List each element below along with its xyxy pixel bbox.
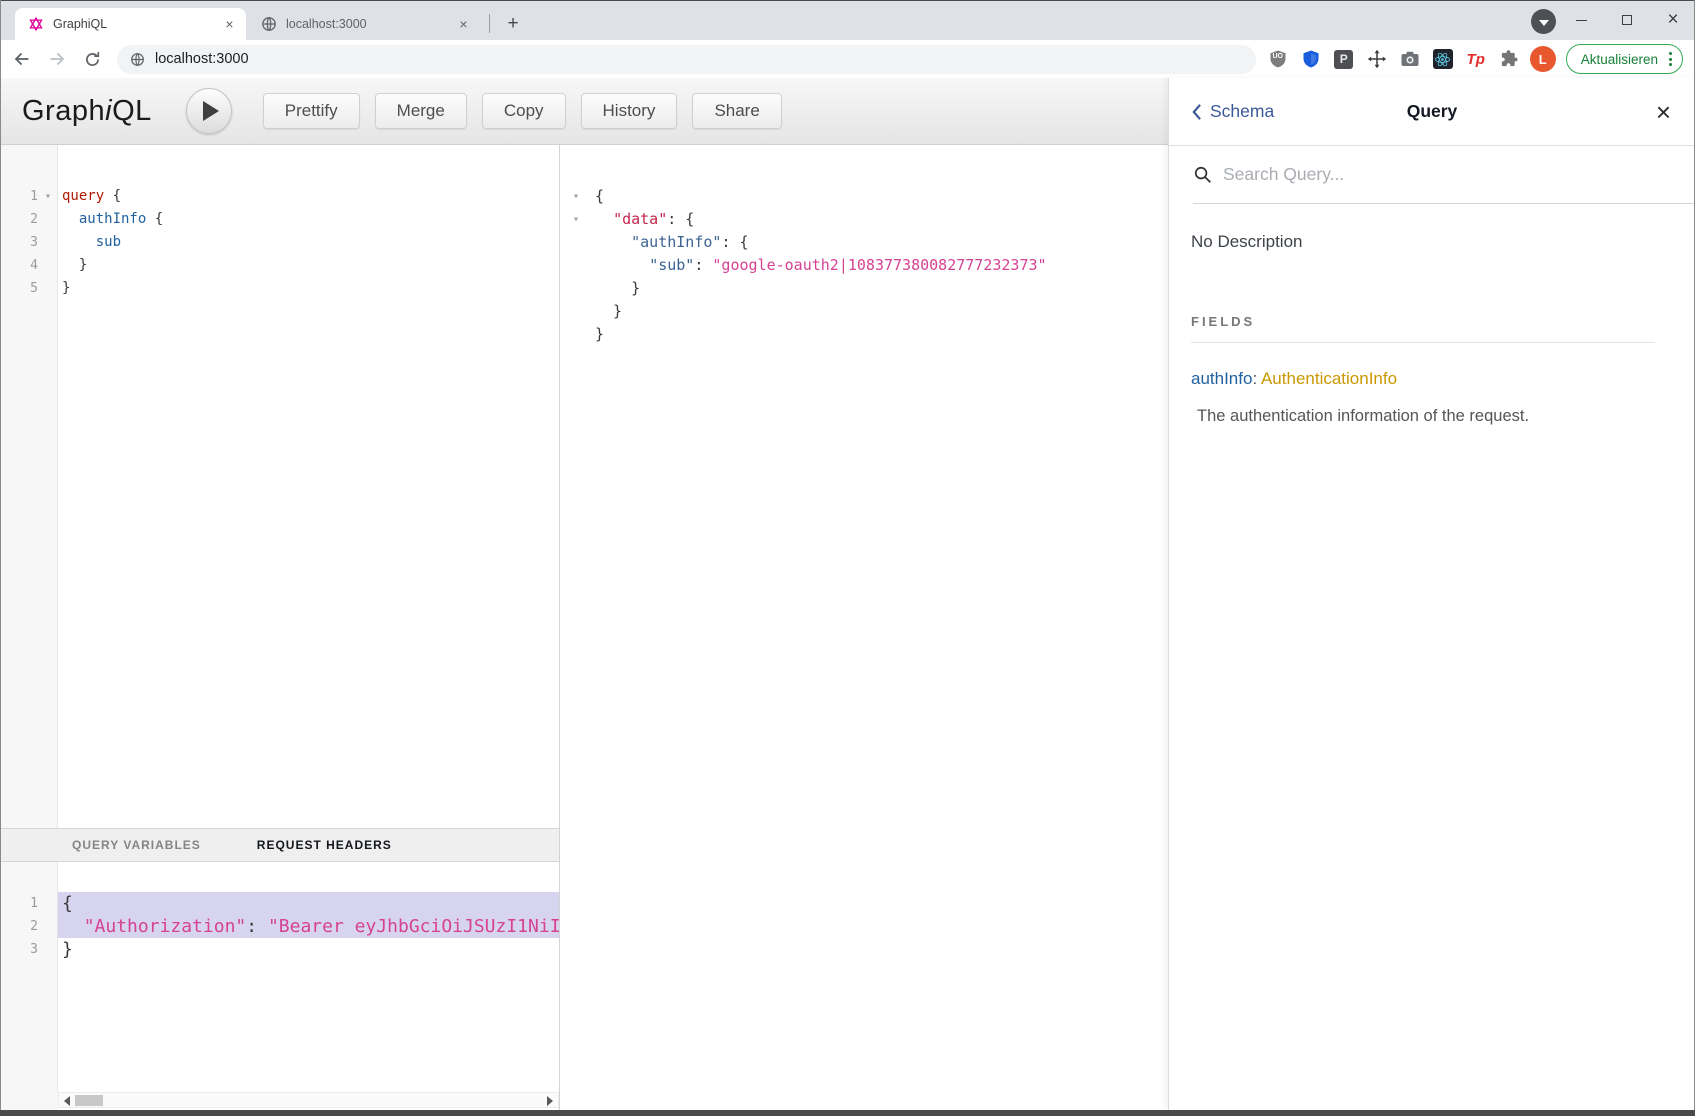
code-line[interactable]: 3} [0,938,559,961]
scroll-right-arrow-icon[interactable] [547,1096,553,1106]
code-line[interactable]: 1{ [0,892,559,915]
field-description: The authentication information of the re… [1197,407,1673,426]
p-letter: P [1334,50,1353,69]
forward-button[interactable] [44,46,70,72]
query-editor-pane: 1▾query {2 authInfo {3 sub4 }5} QUERY VA… [0,145,560,1110]
field-name-link[interactable]: authInfo [1191,369,1252,388]
ublock-letters: UO [1272,53,1283,60]
url-text: localhost:3000 [155,51,249,67]
window-frame-top [0,0,1695,1]
response-viewer: ▾{▾ "data": { "authInfo": { "sub": "goog… [561,145,1168,1110]
tp-letters: Tp [1467,51,1485,68]
scroll-left-arrow-icon[interactable] [64,1096,70,1106]
execute-query-button[interactable] [186,88,232,134]
type-description: No Description [1191,232,1673,252]
graphql-favicon-icon [28,16,44,32]
camera-extension-icon[interactable] [1398,47,1422,71]
merge-button[interactable]: Merge [375,93,467,129]
copy-button[interactable]: Copy [482,93,566,129]
code-line: "authInfo": { [561,231,1168,254]
code-line[interactable]: 5} [0,277,559,300]
move-crosshair-extension-icon[interactable] [1365,47,1389,71]
doc-back-link[interactable]: Schema [1191,101,1274,122]
url-bar[interactable]: localhost:3000 [117,45,1256,74]
history-button[interactable]: History [581,93,678,129]
scrollbar-thumb[interactable] [75,1095,103,1106]
doc-explorer-header: Schema Query × [1169,78,1695,146]
doc-close-button[interactable]: × [1656,99,1671,125]
profile-avatar[interactable]: L [1530,46,1556,72]
p-extension-icon[interactable]: P [1332,47,1356,71]
globe-icon [130,52,145,67]
window-maximize-button[interactable] [1604,1,1650,39]
bitwarden-extension-icon[interactable] [1299,47,1323,71]
code-line: ▾ "data": { [561,208,1168,231]
doc-search-input[interactable] [1223,164,1643,185]
kebab-menu-icon[interactable] [1667,50,1674,68]
window-frame-left [0,0,1,1116]
fields-category-title: FIELDS [1191,314,1655,343]
globe-icon [261,16,277,32]
graphiql-app: GraphiQL Prettify Merge Copy History Sha… [0,78,1695,1110]
tab-close-icon[interactable]: × [221,16,238,33]
new-tab-button[interactable]: + [500,11,526,37]
code-line[interactable]: 2 authInfo { [0,208,559,231]
scrollbar-track[interactable] [58,1092,559,1108]
search-icon [1193,165,1212,184]
query-editor[interactable]: 1▾query {2 authInfo {3 sub4 }5} [0,145,559,828]
window-frame-bottom [0,1110,1695,1116]
back-button[interactable] [9,46,35,72]
tab-title: GraphiQL [53,17,221,31]
reload-button[interactable] [79,46,105,72]
tab-graphiql[interactable]: GraphiQL × [15,8,246,40]
code-line: "sub": "google-oauth2|108377380082777232… [561,254,1168,277]
browser-toolbar: localhost:3000 UO P Tp L Aktualisieren [0,40,1695,78]
react-devtools-extension-icon[interactable] [1431,47,1455,71]
doc-explorer-panel: Schema Query × No Description FIELDS aut… [1168,78,1695,1110]
graphiql-logo: GraphiQL [22,95,152,128]
code-line[interactable]: 3 sub [0,231,559,254]
doc-body: No Description FIELDS authInfo: Authenti… [1169,204,1695,426]
horizontal-scrollbar[interactable] [0,1092,559,1110]
doc-search-row [1193,146,1695,204]
play-icon [203,101,219,121]
scrollbar-corner [0,1092,58,1110]
tab-separator [489,14,490,33]
doc-back-label: Schema [1210,101,1274,122]
code-line[interactable]: 2 "Authorization": "Bearer eyJhbGciOiJSU… [0,915,559,938]
window-close-button[interactable]: × [1650,1,1695,39]
ublock-extension-icon[interactable]: UO [1266,47,1290,71]
code-line: } [561,300,1168,323]
extensions-puzzle-icon[interactable] [1497,47,1521,71]
code-line[interactable]: 1▾query { [0,185,559,208]
secondary-editor-tabs: QUERY VARIABLES REQUEST HEADERS [0,828,559,862]
browser-tab-strip: GraphiQL × localhost:3000 × + × [0,1,1695,40]
share-button[interactable]: Share [692,93,781,129]
prettify-button[interactable]: Prettify [263,93,360,129]
tp-extension-icon[interactable]: Tp [1464,47,1488,71]
tab-query-variables[interactable]: QUERY VARIABLES [72,838,201,852]
field-separator: : [1252,369,1261,388]
tab-title: localhost:3000 [286,17,455,31]
update-label: Aktualisieren [1581,52,1658,67]
window-minimize-button[interactable] [1558,1,1604,39]
chevron-left-icon [1191,103,1202,121]
request-headers-editor[interactable]: 1{2 "Authorization": "Bearer eyJhbGciOiJ… [0,862,559,1092]
tab-localhost[interactable]: localhost:3000 × [248,8,480,40]
code-line[interactable]: 4 } [0,254,559,277]
tab-request-headers[interactable]: REQUEST HEADERS [257,838,392,852]
update-browser-button[interactable]: Aktualisieren [1566,44,1683,74]
response-pane: ▾{▾ "data": { "authInfo": { "sub": "goog… [561,145,1168,1110]
code-line: } [561,277,1168,300]
graphiql-topbar: GraphiQL Prettify Merge Copy History Sha… [0,78,1168,145]
tab-close-icon[interactable]: × [455,16,472,33]
field-row: authInfo: AuthenticationInfo [1191,369,1673,389]
code-line: ▾{ [561,185,1168,208]
chevron-down-menu-icon[interactable] [1531,9,1556,34]
field-type-link[interactable]: AuthenticationInfo [1261,369,1397,388]
code-line: } [561,323,1168,346]
